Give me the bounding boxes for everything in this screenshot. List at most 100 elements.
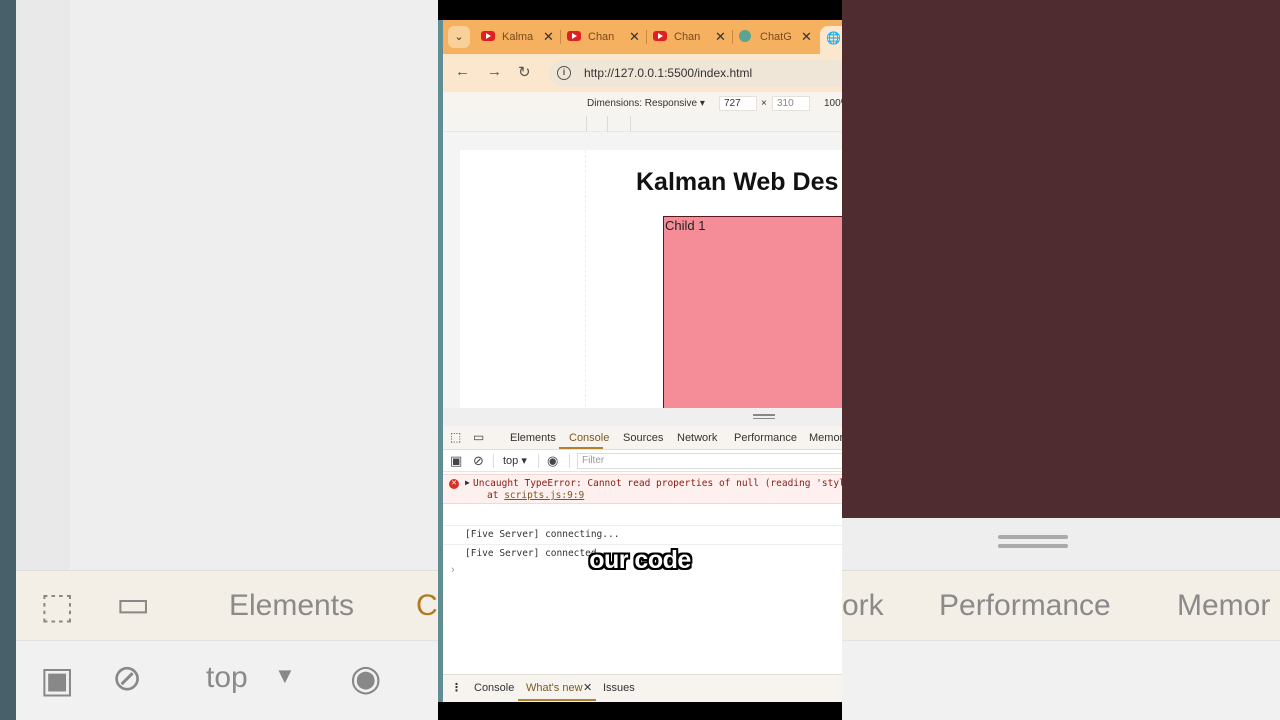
media-query-ruler (443, 116, 842, 132)
devtools-tab-bar: ⬚ ▭ Elements Console Sources Network Per… (443, 426, 842, 450)
tab-network[interactable]: Network (677, 432, 717, 444)
background-panel-inner (70, 0, 438, 570)
child-box: Child 1 (663, 216, 842, 412)
browser-window: ⌄ Kalma ✕ Chan ✕ Chan ✕ ChatG ✕ 🌐 ← → ↻ … (438, 20, 842, 702)
close-icon[interactable]: ✕ (543, 29, 554, 45)
background-console-toolbar: ▣ ⊘ top ▼ ◉ (16, 640, 438, 720)
drawer-active-underline (518, 699, 596, 701)
back-arrow-icon[interactable]: ← (455, 63, 470, 80)
expand-triangle-icon[interactable]: ▶ (465, 478, 470, 487)
url-input[interactable]: i http://127.0.0.1:5500/index.html (549, 60, 842, 87)
close-icon[interactable]: ✕ (801, 29, 812, 45)
ruler-tick (607, 116, 608, 132)
youtube-icon (481, 31, 495, 41)
video-frame: ⌄ Kalma ✕ Chan ✕ Chan ✕ ChatG ✕ 🌐 ← → ↻ … (438, 0, 842, 720)
error-icon: ✕ (449, 479, 459, 489)
dimensions-select[interactable]: Dimensions: Responsive ▾ (587, 98, 705, 109)
console-toolbar: ▣ ⊘ top ▾ ◉ Filter (443, 450, 842, 472)
tab-title: Chan (588, 31, 615, 43)
background-tab-elements: Elements (229, 589, 355, 622)
log-separator (443, 544, 842, 545)
background-red-block (842, 0, 1280, 518)
tab-memory[interactable]: Memor (809, 432, 842, 444)
inspect-element-icon: ⬚ (40, 585, 75, 626)
background-tab-performance: Performance (939, 589, 1111, 622)
inspect-element-icon[interactable]: ⬚ (450, 430, 464, 444)
browser-tab[interactable]: Kalma ✕ (481, 26, 563, 50)
tab-separator (560, 30, 561, 44)
devtools-drawer: ⋮ Console What's new ✕ Issues (443, 674, 842, 702)
device-toggle-icon: ▭ (116, 583, 151, 624)
chevron-down-icon: ▼ (274, 663, 296, 688)
browser-tab[interactable]: ChatG ✕ (739, 26, 821, 50)
browser-tab[interactable]: Chan ✕ (567, 26, 649, 50)
youtube-icon (653, 31, 667, 41)
background-console-toolbar-right (842, 640, 1280, 720)
eye-icon: ◉ (350, 657, 382, 698)
times-symbol: × (761, 98, 767, 109)
tab-elements[interactable]: Elements (510, 432, 556, 444)
close-icon[interactable]: ✕ (715, 29, 726, 45)
child-label: Child 1 (665, 218, 706, 233)
drawer-tab-console[interactable]: Console (474, 682, 514, 694)
address-bar: ← → ↻ i http://127.0.0.1:5500/index.html (443, 54, 842, 92)
console-error-row[interactable]: ✕ ▶ Uncaught TypeError: Cannot read prop… (443, 474, 842, 504)
globe-icon: 🌐 (826, 31, 841, 45)
active-tab-underline (559, 447, 603, 449)
toolbar-divider (569, 454, 570, 468)
tab-title: ChatG (760, 31, 792, 43)
background-devtools-toolbar-right: ork Performance Memor (842, 570, 1280, 640)
tab-separator (732, 30, 733, 44)
toolbar-divider (538, 454, 539, 468)
filter-input[interactable]: Filter (577, 453, 842, 469)
ruler-tick (630, 116, 631, 132)
tab-strip: ⌄ Kalma ✕ Chan ✕ Chan ✕ ChatG ✕ 🌐 (443, 20, 842, 54)
background-left: ⬚ ▭ Elements C ▣ ⊘ top ▼ ◉ (0, 0, 438, 720)
height-input[interactable]: 310 (772, 96, 810, 111)
sidebar-toggle-icon: ▣ (40, 659, 75, 700)
sidebar-toggle-icon[interactable]: ▣ (450, 453, 462, 469)
error-source-link[interactable]: scripts.js:9:9 (504, 490, 584, 501)
close-icon[interactable]: ✕ (629, 29, 640, 45)
more-options-icon[interactable]: ⋮ (451, 681, 462, 694)
tab-title: Chan (674, 31, 701, 43)
active-tab[interactable]: 🌐 (820, 26, 842, 54)
background-devtools-toolbar: ⬚ ▭ Elements C (16, 570, 438, 640)
browser-tab[interactable]: Chan ✕ (653, 26, 735, 50)
tab-console[interactable]: Console (569, 432, 609, 444)
toolbar-divider (493, 454, 494, 468)
close-icon[interactable]: ✕ (583, 681, 592, 694)
background-tab-memory: Memor (1177, 589, 1271, 622)
background-tab-console: C (416, 589, 438, 622)
error-at-label: at (487, 490, 499, 501)
device-toggle-icon[interactable]: ▭ (473, 430, 487, 444)
tab-search-button[interactable]: ⌄ (448, 26, 470, 48)
error-location: at scripts.js:9:9 (487, 490, 584, 501)
site-info-icon[interactable]: i (557, 66, 571, 80)
background-tab-network: ork (842, 589, 884, 622)
clear-console-icon: ⊘ (112, 657, 143, 698)
eye-icon[interactable]: ◉ (547, 453, 558, 469)
width-input[interactable]: 727 (719, 96, 757, 111)
tab-title: Kalma (502, 31, 534, 43)
zoom-select[interactable]: 100% (824, 98, 842, 109)
tab-performance[interactable]: Performance (734, 432, 797, 444)
background-right: ork Performance Memor (842, 0, 1280, 720)
drawer-tab-issues[interactable]: Issues (603, 682, 635, 694)
clear-console-icon[interactable]: ⊘ (473, 453, 484, 469)
youtube-icon (567, 31, 581, 41)
forward-arrow-icon[interactable]: → (487, 63, 502, 80)
devtools-resize-handle[interactable] (443, 408, 842, 426)
page-viewport: Kalman Web Des Child 1 (460, 150, 842, 412)
context-select[interactable]: top ▾ (503, 454, 527, 467)
tab-sources[interactable]: Sources (623, 432, 663, 444)
video-caption: our code (589, 546, 691, 574)
reload-icon[interactable]: ↻ (518, 63, 531, 81)
background-edge (0, 0, 16, 720)
chatgpt-icon (739, 30, 751, 42)
error-message: Uncaught TypeError: Cannot read properti… (473, 478, 842, 489)
ruler-guide (585, 150, 586, 412)
grip-icon (753, 414, 775, 421)
drawer-tab-whats-new[interactable]: What's new (526, 682, 583, 694)
background-context: top (206, 661, 248, 694)
